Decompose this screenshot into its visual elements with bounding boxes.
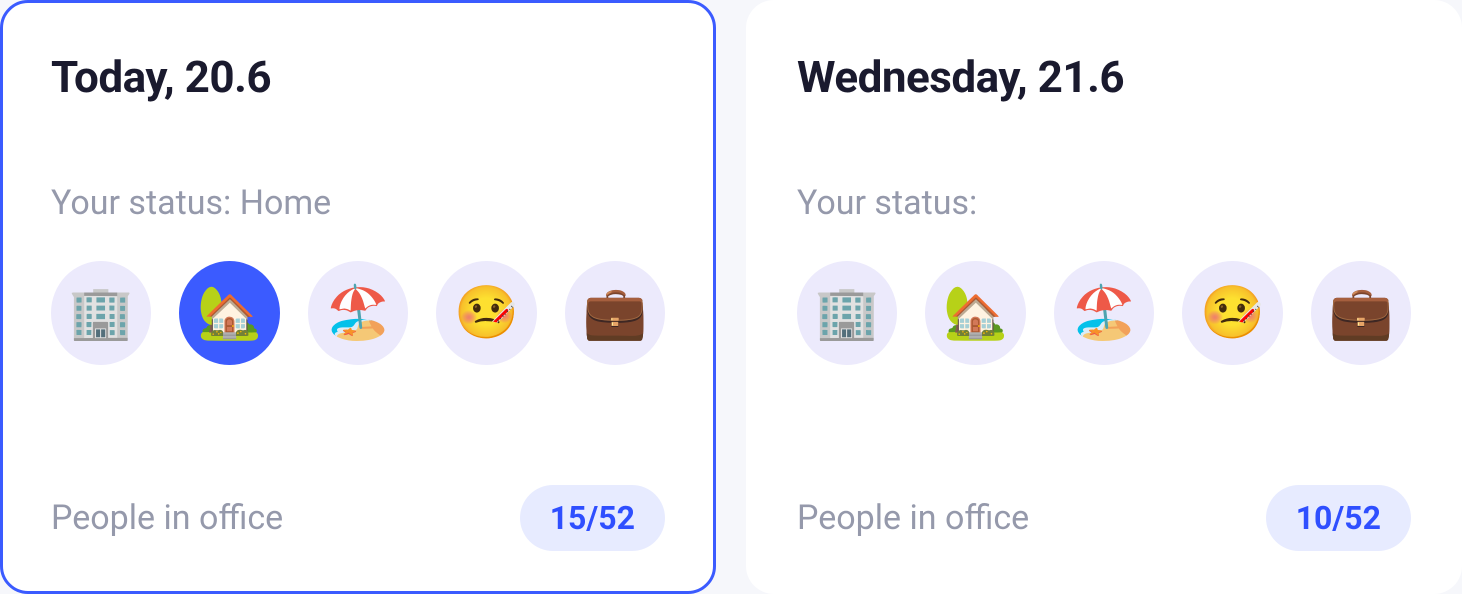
sick-icon: 🤒	[454, 287, 519, 339]
status-prefix: Your status:	[797, 183, 977, 223]
status-buttons-row: 🏢 🏡 🏖️ 🤒 💼	[797, 261, 1411, 365]
status-btn-business-trip[interactable]: 💼	[565, 261, 665, 365]
status-btn-home[interactable]: 🏡	[925, 261, 1025, 365]
sick-icon: 🤒	[1200, 287, 1265, 339]
card-footer: People in office 15/52	[51, 485, 665, 551]
office-icon: 🏢	[69, 287, 134, 339]
people-in-office-label: People in office	[797, 498, 1029, 538]
day-card-today[interactable]: Today, 20.6 Your status: Home 🏢 🏡 🏖️ 🤒 💼…	[0, 0, 716, 594]
day-title: Wednesday, 21.6	[797, 51, 1411, 103]
status-btn-office[interactable]: 🏢	[797, 261, 897, 365]
status-btn-sick[interactable]: 🤒	[1182, 261, 1282, 365]
people-count-badge[interactable]: 10/52	[1266, 485, 1411, 551]
status-value: Home	[240, 183, 332, 223]
office-icon: 🏢	[815, 287, 880, 339]
day-title: Today, 20.6	[51, 51, 665, 103]
home-icon: 🏡	[197, 287, 262, 339]
briefcase-icon: 💼	[582, 287, 647, 339]
status-btn-home[interactable]: 🏡	[179, 261, 279, 365]
home-icon: 🏡	[943, 287, 1008, 339]
card-footer: People in office 10/52	[797, 485, 1411, 551]
people-in-office-label: People in office	[51, 498, 283, 538]
vacation-icon: 🏖️	[1072, 287, 1137, 339]
status-btn-office[interactable]: 🏢	[51, 261, 151, 365]
status-btn-business-trip[interactable]: 💼	[1311, 261, 1411, 365]
status-label: Your status:	[797, 183, 1411, 223]
status-btn-vacation[interactable]: 🏖️	[1054, 261, 1154, 365]
status-btn-vacation[interactable]: 🏖️	[308, 261, 408, 365]
people-count-badge[interactable]: 15/52	[520, 485, 665, 551]
day-cards-container: Today, 20.6 Your status: Home 🏢 🏡 🏖️ 🤒 💼…	[0, 0, 1462, 594]
briefcase-icon: 💼	[1328, 287, 1393, 339]
status-buttons-row: 🏢 🏡 🏖️ 🤒 💼	[51, 261, 665, 365]
status-btn-sick[interactable]: 🤒	[436, 261, 536, 365]
status-prefix: Your status:	[51, 183, 240, 223]
day-card-wednesday[interactable]: Wednesday, 21.6 Your status: 🏢 🏡 🏖️ 🤒 💼 …	[746, 0, 1462, 594]
vacation-icon: 🏖️	[326, 287, 391, 339]
status-label: Your status: Home	[51, 183, 665, 223]
